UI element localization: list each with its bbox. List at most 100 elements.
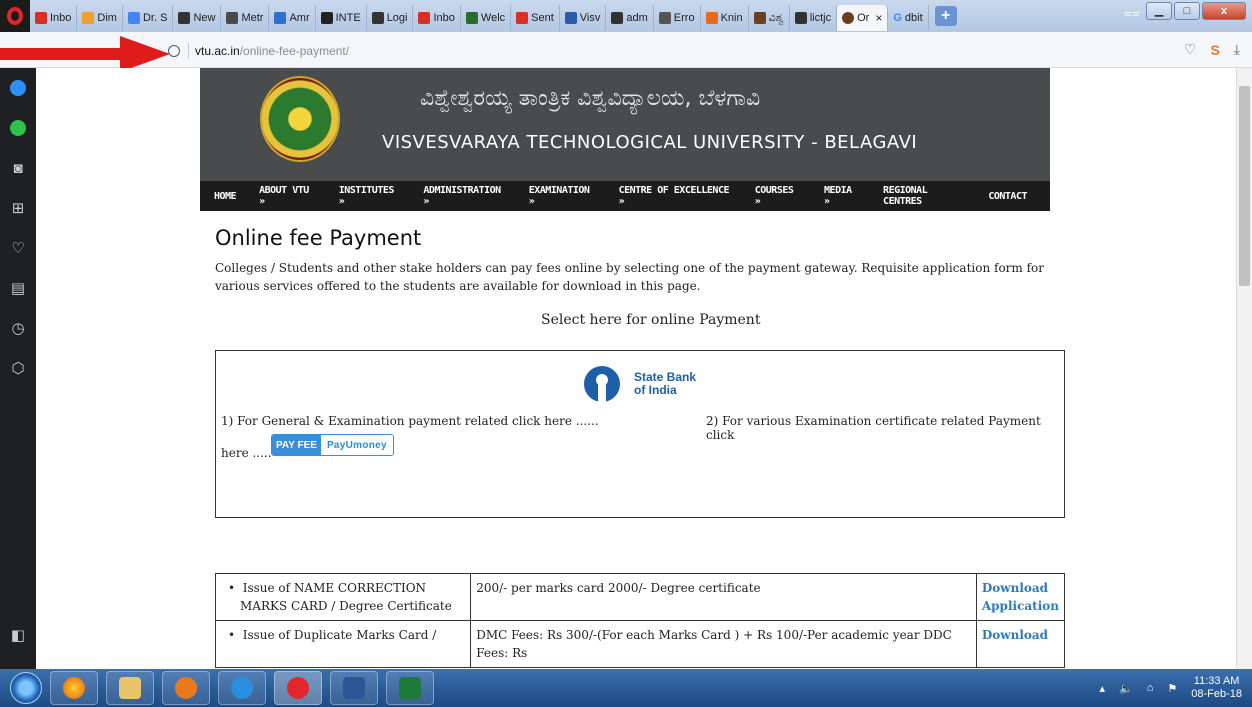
url-path: /online-fee-payment/ (239, 44, 350, 58)
tab-item[interactable]: Visv (560, 5, 607, 31)
tab-active[interactable]: Or × (837, 5, 889, 31)
tab-item[interactable]: Inbo (30, 5, 78, 31)
tab-item[interactable]: Dim (77, 5, 123, 31)
messenger-icon[interactable] (0, 68, 36, 108)
tab-label: New (193, 12, 216, 24)
tab-favicon-icon (82, 12, 95, 24)
maximize-button[interactable]: □ (1174, 2, 1200, 20)
select-heading: Select here for online Payment (541, 312, 761, 328)
network-icon[interactable]: ⌂ (1147, 682, 1154, 694)
nav-item[interactable]: INSTITUTES » (339, 185, 401, 207)
scrollbar-thumb[interactable] (1239, 86, 1250, 286)
service-cell: • Issue of Duplicate Marks Card / (214, 620, 472, 668)
excel-taskbar-icon[interactable] (386, 671, 434, 705)
new-tab-button[interactable]: + (934, 6, 957, 26)
heart-icon[interactable]: ♡ (0, 228, 36, 268)
heart-bookmark-icon[interactable]: ♡ (1184, 41, 1197, 58)
nav-item[interactable]: MEDIA » (824, 185, 860, 207)
window-controls: ▁ □ x (1146, 2, 1246, 20)
tab-favicon-icon (658, 12, 671, 24)
clock[interactable]: 11:33 AM 08-Feb-18 (1191, 675, 1242, 701)
tab-item[interactable]: adm (606, 5, 654, 31)
internet-explorer-taskbar-icon[interactable] (218, 671, 266, 705)
download-cell: Download (975, 620, 1066, 668)
speed-dial-icon[interactable]: ⊞ (0, 188, 36, 228)
tab-label: Amr (289, 12, 310, 24)
tab-label: Dim (97, 12, 117, 24)
word-taskbar-icon[interactable] (330, 671, 378, 705)
tab-label: Inbo (433, 12, 455, 24)
tab-favicon-icon (274, 12, 287, 24)
opera-taskbar-icon[interactable] (274, 671, 322, 705)
tab-favicon-icon (465, 12, 478, 24)
tab-favicon-icon (127, 12, 140, 24)
opera-menu-button[interactable] (0, 0, 30, 32)
tab-favicon-icon (320, 12, 333, 24)
nav-item[interactable]: ADMINISTRATION » (423, 185, 505, 207)
browser-sidebar: ◙ ⊞ ♡ ▤ ◷ ⬡ ◧ (0, 68, 36, 669)
explorer-taskbar-icon[interactable] (106, 671, 154, 705)
address-bar-actions: ♡ S ⤓ (1184, 41, 1240, 58)
tab-item[interactable]: Sent (511, 5, 560, 31)
url-field[interactable]: vtu.ac.in/online-fee-payment/ (168, 41, 349, 61)
nav-item[interactable]: CENTRE OF EXCELLENCE » (619, 185, 732, 207)
tab-item[interactable]: Erro (654, 5, 701, 31)
nav-item[interactable]: COURSES » (755, 185, 801, 207)
vtu-logo[interactable] (260, 76, 340, 162)
download-application-link[interactable]: Download (982, 628, 1048, 642)
download-application-link[interactable]: Download Application (982, 581, 1059, 613)
table-row: • Issue of NAME CORRECTION MARKS CARD / … (214, 573, 1066, 621)
tab-favicon-icon (516, 12, 529, 24)
tray-expand-icon[interactable]: ▴ (1099, 682, 1105, 695)
tab-dbit[interactable]: G dbit (888, 5, 929, 31)
history-icon[interactable]: ◷ (0, 308, 36, 348)
tab-label: Metr (241, 12, 264, 24)
close-tab-icon[interactable]: × (875, 11, 882, 25)
camera-icon[interactable]: ◙ (0, 148, 36, 188)
nav-item[interactable]: REGIONAL CENTRES (883, 185, 965, 207)
tab-item[interactable]: New (173, 5, 222, 31)
tab-menu-icon[interactable]: ⩵ (1124, 4, 1140, 21)
minimize-button[interactable]: ▁ (1146, 2, 1172, 20)
tab-item[interactable]: Metr (221, 5, 270, 31)
firefox-taskbar-icon[interactable] (50, 671, 98, 705)
tab-favicon-icon (35, 12, 47, 24)
tab-label: Logi (386, 12, 408, 24)
sbi-text: State Bank of India (634, 371, 696, 397)
tab-item[interactable]: INTE (316, 5, 367, 31)
tab-item[interactable]: Logi (367, 5, 414, 31)
tab-favicon-icon (418, 12, 431, 24)
tab-item[interactable]: lictjc (790, 5, 838, 31)
nav-item[interactable]: CONTACT (988, 191, 1027, 202)
page-scrollbar[interactable] (1236, 68, 1252, 669)
clock-date: 08-Feb-18 (1191, 688, 1242, 700)
tab-favicon-icon (564, 12, 577, 24)
sidebar-toggle-icon[interactable]: ◧ (0, 615, 36, 655)
tab-item[interactable]: Inbo (413, 5, 461, 31)
flag-icon[interactable]: ⚑ (1167, 682, 1177, 695)
english-title: VISVESVARAYA TECHNOLOGICAL UNIVERSITY - … (382, 132, 918, 153)
tab-item[interactable]: ವಿಶ್ವ (749, 5, 790, 31)
tab-item[interactable]: Welc (461, 5, 512, 31)
nav-item[interactable]: EXAMINATION » (529, 185, 596, 207)
tab-favicon-icon (611, 12, 624, 24)
news-icon[interactable]: ▤ (0, 268, 36, 308)
whatsapp-icon[interactable] (0, 108, 36, 148)
tab-item[interactable]: Dr. S (123, 5, 174, 31)
start-button[interactable] (10, 672, 42, 704)
close-window-button[interactable]: x (1202, 2, 1246, 20)
kannada-title: ವಿಶ್ವೇಶ್ವರಯ್ಯ ತಾಂತ್ರಿಕ ವಿಶ್ವವಿದ್ಯಾಲಯ, ಬೆ… (420, 86, 761, 111)
tab-item[interactable]: Amr (269, 5, 316, 31)
extension-icon[interactable]: S (1210, 42, 1219, 58)
tab-item[interactable]: Knin (701, 5, 749, 31)
web-content: ವಿಶ್ವೇಶ್ವರಯ್ಯ ತಾಂತ್ರಿಕ ವಿಶ್ವವಿದ್ಯಾಲಯ, ಬೆ… (36, 68, 1236, 669)
sbi-payment-link[interactable]: State Bank of India (584, 366, 696, 402)
nav-item[interactable]: ABOUT VTU » (259, 185, 316, 207)
volume-icon[interactable]: 🔈 (1119, 682, 1133, 695)
media-player-taskbar-icon[interactable] (162, 671, 210, 705)
tab-label: Inbo (50, 12, 72, 24)
download-icon[interactable]: ⤓ (1234, 41, 1240, 58)
nav-item[interactable]: HOME (214, 191, 237, 202)
payumoney-pay-fee-button[interactable]: PAY FEE PayUmoney (271, 434, 394, 456)
extensions-icon[interactable]: ⬡ (0, 348, 36, 388)
